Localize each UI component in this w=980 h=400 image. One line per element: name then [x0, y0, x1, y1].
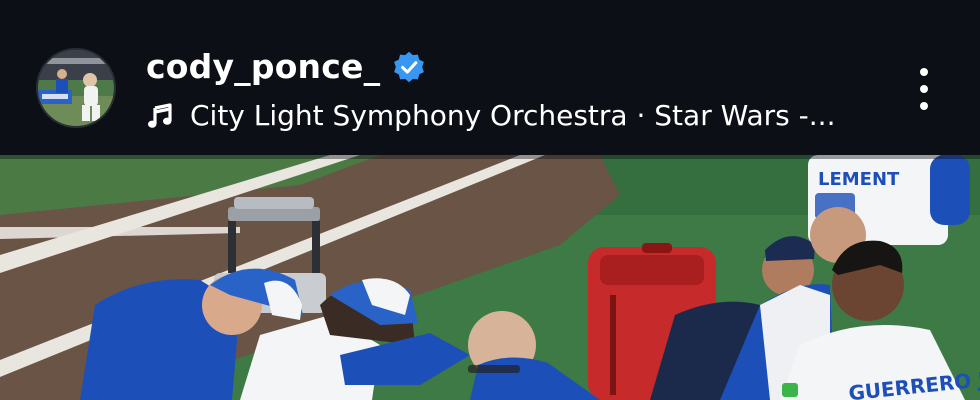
more-dot [920, 102, 928, 110]
avatar-image [38, 50, 114, 126]
music-note-icon [148, 103, 172, 128]
verified-badge-icon [394, 51, 425, 83]
audio-track-label: City Light Symphony Orchestra · Star War… [190, 99, 836, 132]
more-vertical-icon[interactable] [908, 62, 940, 116]
baseball-scene-image: LEMENT GUERRERO JR [0, 155, 980, 400]
post-media[interactable]: LEMENT GUERRERO JR [0, 155, 980, 400]
audio-row[interactable]: City Light Symphony Orchestra · Star War… [146, 94, 835, 138]
jersey-lettering-top: LEMENT [818, 169, 900, 190]
username-row: cody_ponce_ [146, 44, 426, 90]
post-header: cody_ponce_ City Light Symphony Orchestr… [0, 0, 980, 153]
username[interactable]: cody_ponce_ [146, 44, 380, 90]
avatar[interactable] [38, 50, 114, 126]
more-dot [920, 68, 928, 76]
more-dot [920, 85, 928, 93]
